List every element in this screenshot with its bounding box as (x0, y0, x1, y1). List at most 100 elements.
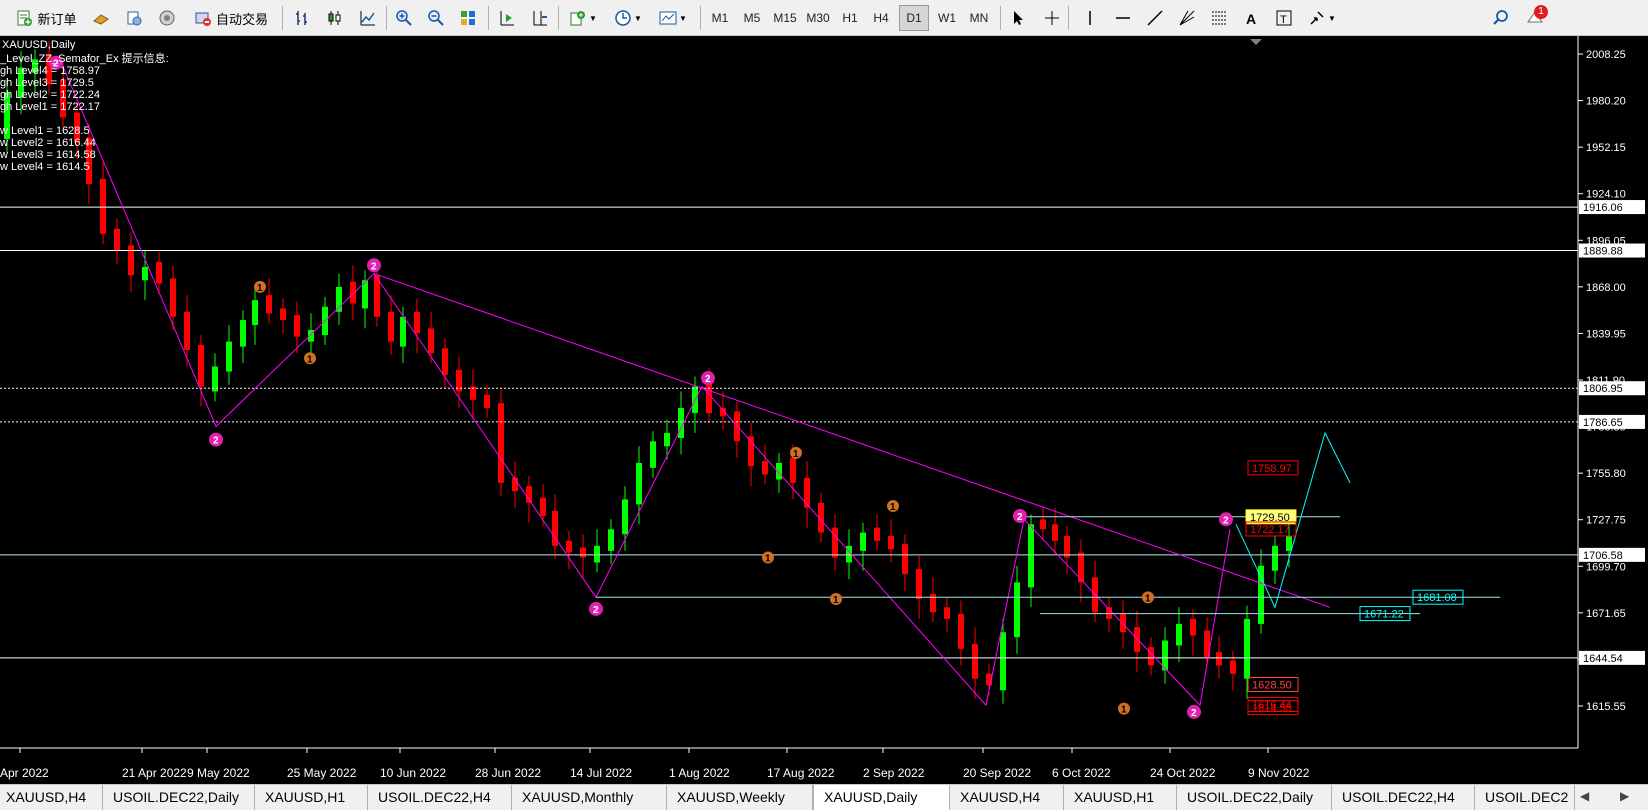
timeframe-m5[interactable]: M5 (738, 5, 766, 31)
candle-body (566, 540, 572, 553)
candle-body (484, 394, 490, 409)
navigator-button[interactable] (156, 5, 178, 31)
level-price-label: 1916.06 (1583, 202, 1623, 214)
tab-xauusd-weekly[interactable]: XAUUSD,Weekly (667, 785, 813, 810)
candle-body (580, 547, 586, 558)
tabs-scroll-right-icon[interactable]: ▶ (1620, 789, 1629, 803)
arrows-button[interactable]: ▼ (1304, 5, 1340, 31)
tab-xauusd-h1[interactable]: XAUUSD,H1 (255, 785, 368, 810)
time-tick-label: 10 Jun 2022 (380, 766, 446, 780)
bar-chart-button[interactable] (290, 5, 314, 31)
candle-body (100, 178, 106, 234)
candle-body (1120, 613, 1126, 633)
search-button[interactable] (1489, 5, 1513, 31)
vertical-line-button[interactable] (1078, 5, 1102, 31)
timeframe-d1[interactable]: D1 (899, 5, 929, 31)
timeframe-w1[interactable]: W1 (933, 5, 961, 31)
semafor-price-label: 1614.58 (1252, 703, 1292, 715)
scroll-button[interactable] (495, 5, 519, 31)
zoom-out-button[interactable] (424, 5, 448, 31)
crosshair-button[interactable] (1040, 5, 1064, 31)
semafor-marker-label: 1 (793, 449, 799, 460)
candle-body (636, 462, 642, 505)
main-toolbar: 新订单 自动交易 ▼ ▼ ▼ M1 M5 M15 M30 H1 H4 D1 W1… (0, 0, 1648, 36)
trendline-button[interactable] (1143, 5, 1167, 31)
timeframe-h1[interactable]: H1 (836, 5, 864, 31)
tab-usoil-truncated[interactable]: USOIL.DEC2 (1475, 785, 1575, 810)
fibonacci-button[interactable] (1207, 5, 1231, 31)
candle-body (1258, 565, 1264, 624)
toolbar-separator (282, 6, 283, 30)
candle-body (414, 311, 420, 334)
candle-body (1028, 524, 1034, 588)
periods-button[interactable]: ▼ (610, 5, 646, 31)
level-price-label: 1889.88 (1583, 246, 1623, 258)
zoom-in-button[interactable] (392, 5, 416, 31)
candlestick-button[interactable] (323, 5, 347, 31)
tab-usoil-daily-2[interactable]: USOIL.DEC22,Daily (1177, 785, 1332, 810)
timeframe-h4[interactable]: H4 (867, 5, 895, 31)
candle-body (1176, 623, 1182, 646)
candle-body (170, 278, 176, 317)
candle-body (442, 348, 448, 375)
tabs-scroll-left-icon[interactable]: ◀ (1580, 789, 1589, 803)
autotrade-button[interactable]: 自动交易 (188, 5, 274, 31)
tab-xauusd-monthly[interactable]: XAUUSD,Monthly (512, 785, 667, 810)
autoscroll-button[interactable] (528, 5, 552, 31)
periods-icon (615, 10, 631, 26)
text-button[interactable]: A (1239, 5, 1263, 31)
timeframe-m15[interactable]: M15 (769, 5, 801, 31)
semafor-marker-label: 2 (1223, 515, 1229, 526)
candle-body (1286, 535, 1292, 551)
indicator-info-line: gh Level4 = 1758.97 (0, 65, 100, 77)
market-watch-button[interactable] (90, 5, 112, 31)
text-icon: A (1246, 11, 1256, 27)
candle-body (664, 432, 670, 447)
notifications-button[interactable]: 1 (1522, 5, 1548, 31)
candlestick-icon (328, 11, 341, 25)
timeframe-m30[interactable]: M30 (802, 5, 834, 31)
candle-body (1272, 545, 1278, 571)
tile-windows-button[interactable] (456, 5, 480, 31)
candle-body (804, 477, 810, 508)
tab-usoil-h4-2[interactable]: USOIL.DEC22,H4 (1332, 785, 1475, 810)
new-order-button[interactable]: 新订单 (8, 5, 84, 31)
cursor-button[interactable] (1007, 5, 1031, 31)
candle-body (1052, 524, 1058, 541)
candle-body (594, 545, 600, 563)
indicator-info-line: gh Level2 = 1722.24 (0, 89, 100, 101)
price-tick-label: 1952.15 (1586, 142, 1626, 154)
semafor-marker-label: 2 (371, 261, 377, 272)
tab-xauusd-h1-2[interactable]: XAUUSD,H1 (1064, 785, 1177, 810)
tile-windows-icon (461, 11, 475, 25)
time-tick-label: 25 May 2022 (287, 766, 357, 780)
text-label-button[interactable]: T (1272, 5, 1296, 31)
cursor-icon (1014, 11, 1023, 25)
line-chart-icon (360, 11, 375, 26)
gann-button[interactable] (1175, 5, 1199, 31)
time-tick-label: 24 Oct 2022 (1150, 766, 1216, 780)
price-tick-label: 1980.20 (1586, 96, 1626, 108)
indicators-button[interactable]: ▼ (565, 5, 601, 31)
zoom-in-icon (396, 10, 412, 26)
semafor-price-label: 1681.08 (1417, 592, 1457, 604)
data-window-button[interactable] (123, 5, 145, 31)
toolbar-separator (386, 6, 387, 30)
tab-xauusd-h4-2[interactable]: XAUUSD,H4 (950, 785, 1064, 810)
tab-usoil-h4[interactable]: USOIL.DEC22,H4 (368, 785, 512, 810)
line-chart-button[interactable] (356, 5, 380, 31)
tab-xauusd-daily[interactable]: XAUUSD,Daily (813, 785, 950, 810)
candle-body (958, 613, 964, 649)
semafor-price-label: 1628.50 (1252, 679, 1292, 691)
horizontal-line-button[interactable] (1111, 5, 1135, 31)
timeframe-mn[interactable]: MN (964, 5, 994, 31)
vertical-line-icon (1089, 11, 1091, 25)
price-chart[interactable]: 222222 22111111 11 2008.251980.201952.1519… (0, 36, 1648, 784)
indicator-info-line: _Level_ZZ_Semafor_Ex 提示信息: (0, 51, 169, 65)
time-tick-label: 21 Apr 2022 (122, 766, 187, 780)
tab-usoil-daily[interactable]: USOIL.DEC22,Daily (103, 785, 255, 810)
tab-xauusd-h4[interactable]: XAUUSD,H4 (0, 785, 103, 810)
templates-button[interactable]: ▼ (654, 5, 692, 31)
candle-body (1040, 519, 1046, 530)
timeframe-m1[interactable]: M1 (706, 5, 734, 31)
